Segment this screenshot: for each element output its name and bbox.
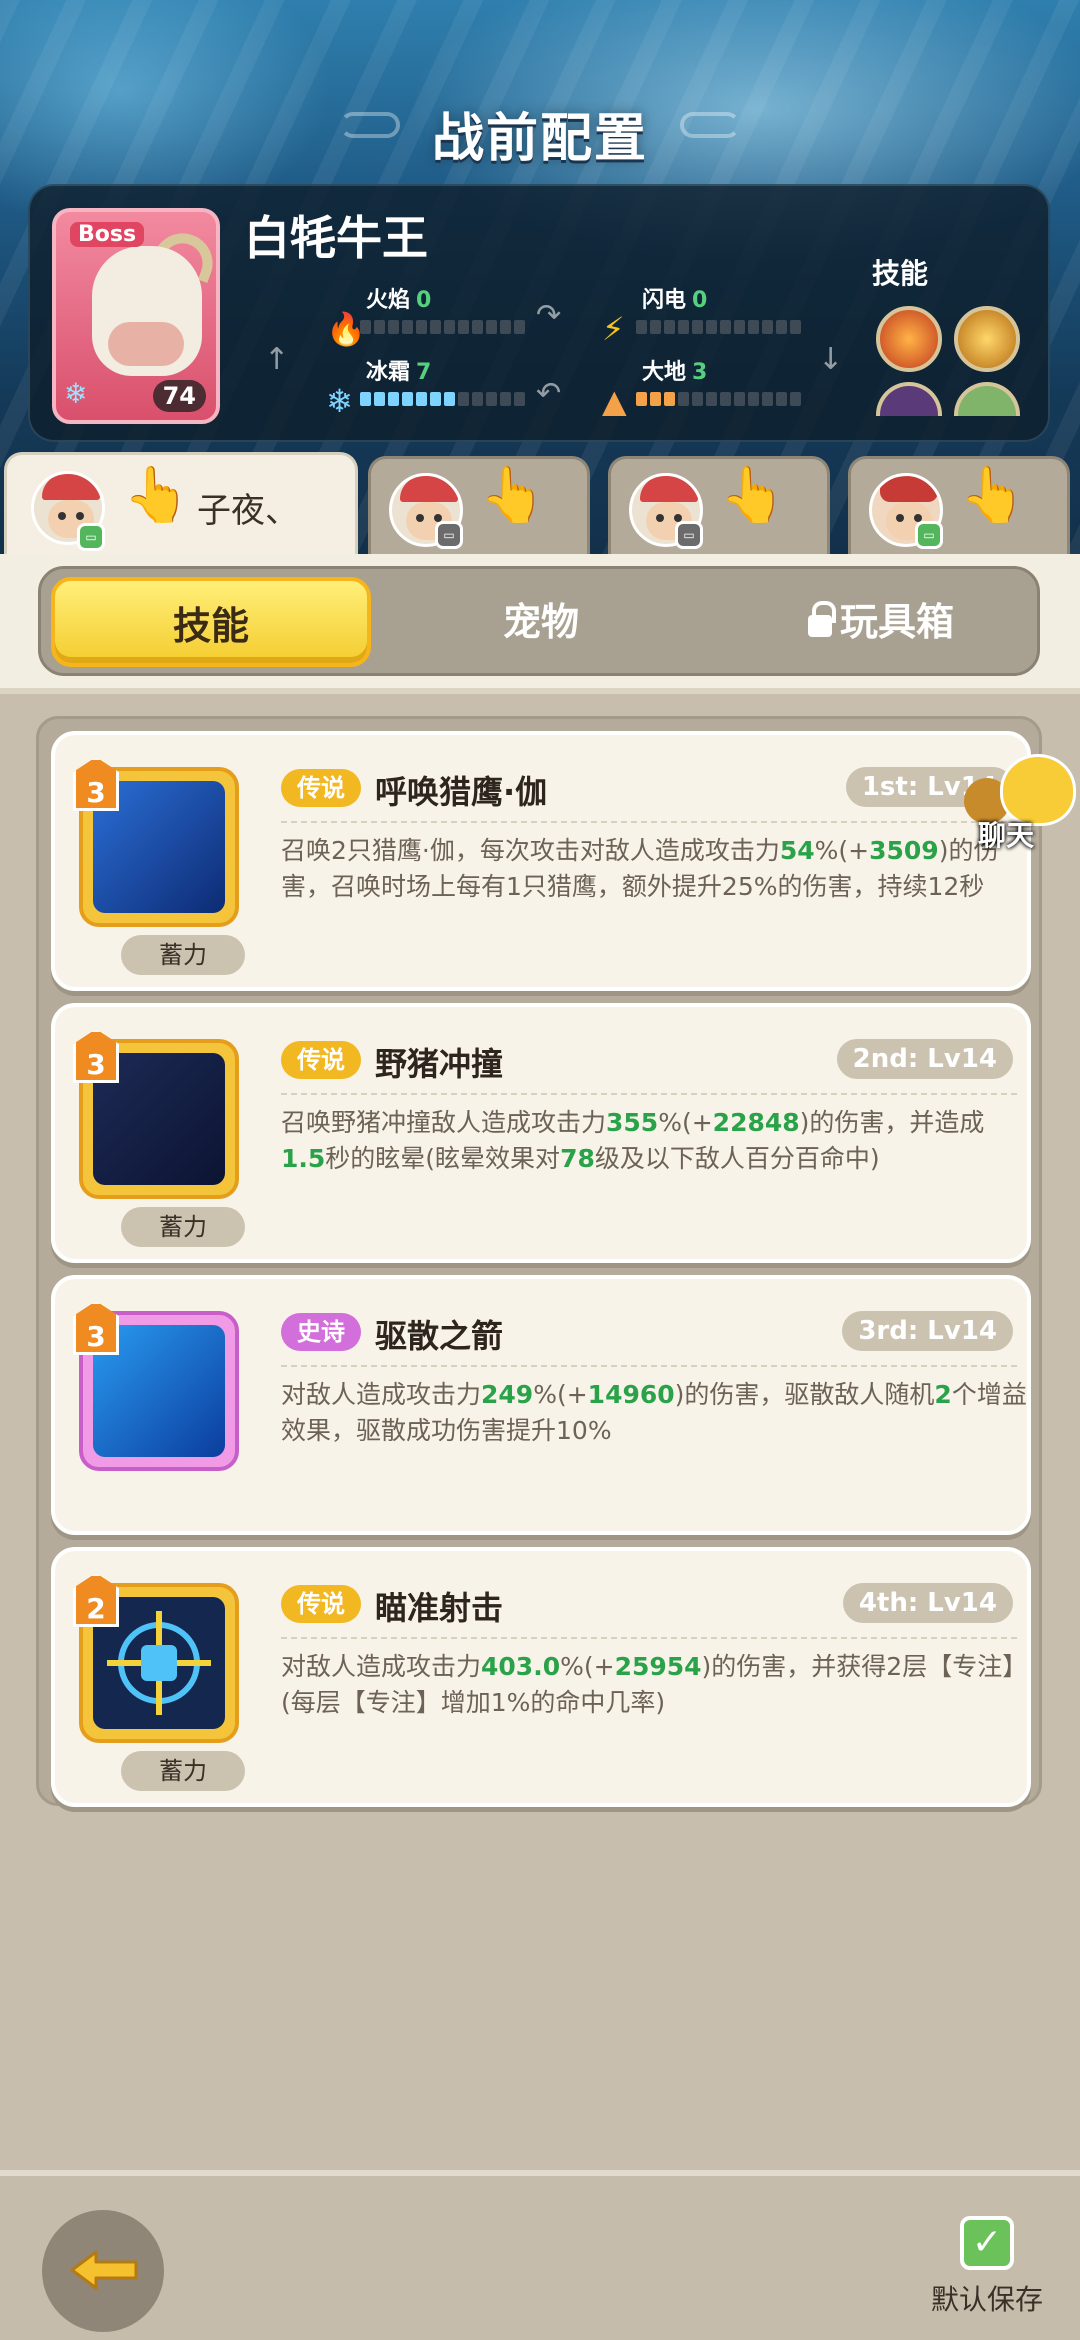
online-badge-icon: ▭: [915, 521, 943, 549]
hand-gesture-icon: 👆: [719, 463, 787, 526]
hand-gesture-icon: 👆: [959, 463, 1027, 526]
skill-icon-frame: 2: [73, 1573, 239, 1743]
page-title: 战前配置: [431, 109, 648, 169]
tab-toybox-label: 玩具箱: [839, 600, 954, 644]
skill-name: 野猪冲撞: [375, 1045, 504, 1083]
boss-portrait-card[interactable]: Boss ❄ 74: [52, 208, 220, 424]
element-earth-value: 3: [692, 360, 708, 385]
boss-skill-icon-4[interactable]: [954, 382, 1020, 416]
rarity-badge: 传说: [281, 1585, 361, 1623]
cycle-arrow-icon: ↓: [818, 342, 844, 377]
online-badge-icon: ▭: [77, 523, 105, 551]
skill-name: 瞄准射击: [375, 1589, 504, 1627]
skill-list[interactable]: 3 蓄力 传说 呼唤猎鹰·伽 1st: Lv14 召唤2只猎鹰·伽，每次攻击对敌…: [36, 716, 1042, 1807]
lock-icon: [807, 601, 836, 637]
charge-tag: 蓄力: [121, 1207, 245, 1247]
hero-tab-4[interactable]: ▭ 👆: [848, 456, 1070, 556]
hero-tab-3[interactable]: ▭ 👆: [608, 456, 830, 556]
skill-rank-badge: 3: [73, 1029, 119, 1083]
frost-element-icon: ❄: [64, 377, 88, 410]
skill-card[interactable]: 3 蓄力 传说 呼唤猎鹰·伽 1st: Lv14 召唤2只猎鹰·伽，每次攻击对敌…: [51, 731, 1031, 991]
boss-tag: Boss: [70, 222, 145, 247]
boss-snout: [108, 322, 184, 366]
divider: [281, 1637, 1017, 1639]
save-label: 默认保存: [930, 2283, 1043, 2316]
skill-name: 驱散之箭: [375, 1317, 504, 1355]
hand-gesture-icon: 👆: [479, 463, 547, 526]
skill-name: 呼唤猎鹰·伽: [375, 773, 548, 811]
skill-card[interactable]: 3 史诗 驱散之箭 3rd: Lv14 对敌人造成攻击力249%(+14960)…: [51, 1275, 1031, 1535]
rarity-badge: 史诗: [281, 1313, 361, 1351]
skill-icon-frame: 3: [73, 757, 239, 927]
boss-skills-label: 技能: [872, 257, 929, 290]
element-earth-bar: [636, 392, 801, 406]
category-segmented-control: 技能 宠物 玩具箱: [38, 566, 1040, 676]
skill-level-badge: 4th: Lv14: [842, 1583, 1013, 1623]
chat-label: 聊天: [978, 819, 1035, 852]
skill-description: 对敌人造成攻击力249%(+14960)的伤害，驱散敌人随机2个增益效果，驱散成…: [281, 1380, 1027, 1445]
element-earth: 大地 3 ▲: [602, 354, 852, 424]
skill-card[interactable]: 2 蓄力 传说 瞄准射击 4th: Lv14 对敌人造成攻击力403.0%(+2…: [51, 1547, 1031, 1807]
lightning-icon: ⚡: [602, 310, 625, 348]
element-fire-label: 火焰: [366, 288, 411, 313]
hero-tab-2[interactable]: ▭ 👆: [368, 456, 590, 556]
element-earth-label: 大地: [642, 360, 687, 385]
bottom-bar: ✓ 默认保存: [0, 2170, 1080, 2340]
skill-card[interactable]: 3 蓄力 传说 野猪冲撞 2nd: Lv14 召唤野猪冲撞敌人造成攻击力355%…: [51, 1003, 1031, 1263]
cycle-arrow-icon: ↶: [536, 376, 562, 411]
charge-tag: 蓄力: [121, 935, 245, 975]
element-lightning-label: 闪电: [642, 288, 687, 313]
divider: [281, 1365, 1017, 1367]
default-save-button[interactable]: ✓ 默认保存: [922, 2216, 1052, 2326]
charge-tag: 蓄力: [121, 1751, 245, 1791]
element-fire-value: 0: [416, 288, 432, 313]
back-arrow-icon: [70, 2250, 138, 2290]
mountain-icon: ▲: [602, 382, 627, 420]
checkmark-icon: ✓: [960, 2216, 1014, 2270]
element-lightning-bar: [636, 320, 801, 334]
tab-toybox[interactable]: 玩具箱: [731, 577, 1031, 667]
cycle-arrow-icon: ↑: [264, 342, 290, 377]
divider: [281, 821, 1017, 823]
boss-skill-icon-ring[interactable]: [954, 306, 1020, 372]
skill-rank-badge: 2: [73, 1573, 119, 1627]
element-frost-label: 冰霜: [366, 360, 411, 385]
back-button[interactable]: [42, 2210, 164, 2332]
skill-level-badge: 3rd: Lv14: [842, 1311, 1013, 1351]
skill-level-badge: 2nd: Lv14: [836, 1039, 1013, 1079]
skill-icon-frame: 3: [73, 1301, 239, 1471]
skill-description: 召唤2只猎鹰·伽，每次攻击对敌人造成攻击力54%(+3509)的伤害，召唤时场上…: [281, 836, 999, 901]
skill-rank-badge: 3: [73, 1301, 119, 1355]
element-frost-bar: [360, 392, 525, 406]
boss-name: 白牦牛王: [244, 211, 428, 265]
chat-button[interactable]: 聊天: [964, 744, 1076, 854]
hero-tab-name: 子夜、: [197, 491, 299, 531]
element-frost-value: 7: [416, 360, 432, 385]
tab-skills[interactable]: 技能: [51, 577, 371, 667]
boss-level: 74: [152, 380, 206, 412]
divider: [281, 1093, 1017, 1095]
device-badge-icon: ▭: [435, 521, 463, 549]
rarity-badge: 传说: [281, 1041, 361, 1079]
cycle-arrow-icon: ↷: [536, 298, 562, 333]
element-fire-bar: [360, 320, 525, 334]
tab-pets[interactable]: 宠物: [401, 577, 681, 667]
rarity-badge: 传说: [281, 769, 361, 807]
element-lightning-value: 0: [692, 288, 708, 313]
snowflake-icon: ❄: [326, 382, 353, 420]
hand-gesture-icon: 👆: [123, 463, 191, 526]
hero-tab-1[interactable]: ▭ 👆 子夜、: [4, 452, 358, 560]
element-lightning: 闪电 0 ⚡: [602, 282, 852, 352]
skill-icon-frame: 3: [73, 1029, 239, 1199]
boss-skill-icon-3[interactable]: [876, 382, 942, 416]
device-badge-icon: ▭: [675, 521, 703, 549]
skill-description: 召唤野猪冲撞敌人造成攻击力355%(+22848)的伤害，并造成1.5秒的眩晕(…: [281, 1108, 985, 1173]
skill-description: 对敌人造成攻击力403.0%(+25954)的伤害，并获得2层【专注】(每层【专…: [281, 1652, 1015, 1717]
skill-rank-badge: 3: [73, 757, 119, 811]
boss-skill-icon-fire[interactable]: [876, 306, 942, 372]
boss-info-panel: Boss ❄ 74 白牦牛王 火焰 0 🔥 闪电 0 ⚡ 冰霜 7 ❄ 大地 3 ▲ ↷…: [28, 184, 1050, 442]
